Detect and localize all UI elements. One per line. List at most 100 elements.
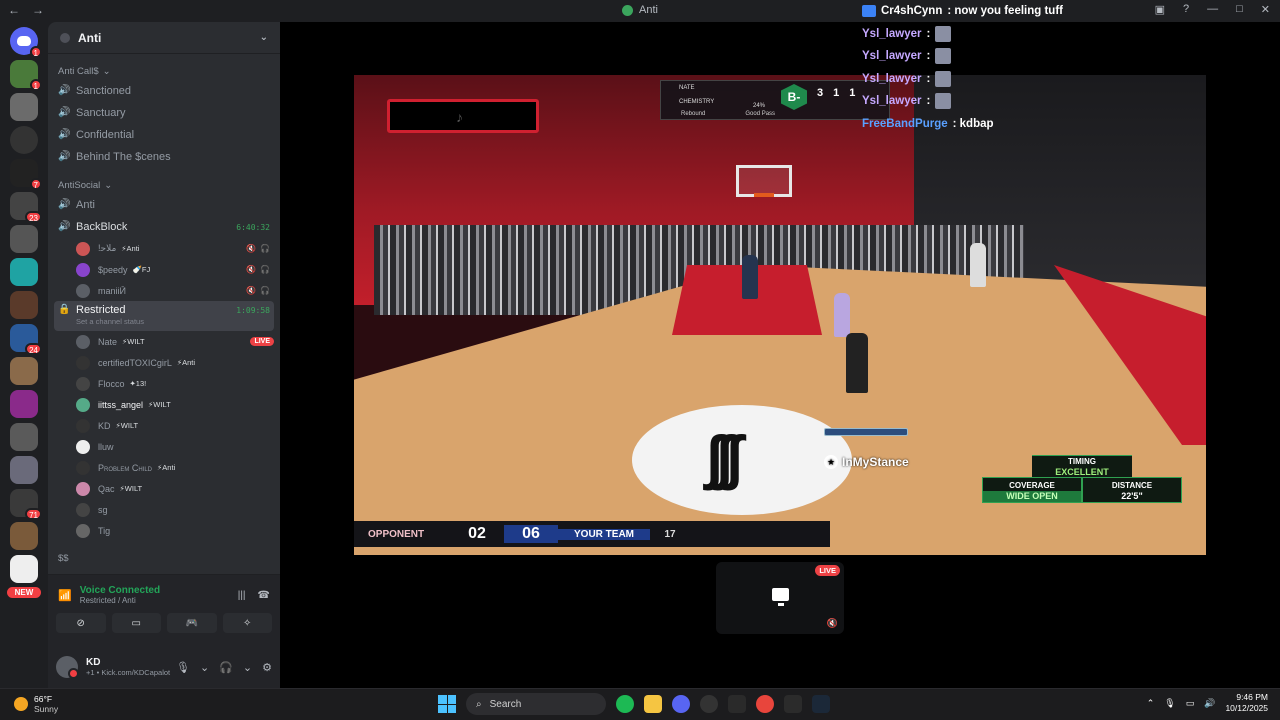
server-icon-2[interactable] [10,93,38,121]
server-icon-11[interactable] [10,390,38,418]
voice-user[interactable]: sg [76,499,274,520]
stream-tile[interactable]: LIVE 🔇 [716,562,844,634]
muted-speaker-icon[interactable]: 🔇 [827,618,838,629]
voice-user[interactable]: Flocco ✦13! [76,373,274,394]
user-name: KD [86,657,101,668]
disconnect-icon[interactable]: ☎ [258,590,270,601]
chat-line: Ysl_lawyer: [862,23,1262,46]
chat-user: Cr4shCynn [881,5,943,18]
search-box[interactable]: ⌕ Search [466,693,606,715]
avatar [76,241,90,256]
channel-backblock[interactable]: 🔊 BackBlock 6:40:32 [54,216,274,238]
game-stream[interactable]: ʃʃʃ ♪ NATE CHEMISTRY 24% B- 3 1 1 Reboun… [354,75,1206,555]
server-icon-4[interactable]: 7 [10,159,42,190]
category-label: AntiSocial [58,180,101,191]
opponent-label: OPPONENT [368,528,425,540]
avatar [76,418,90,433]
chevron-up-icon[interactable]: ⌃ [1147,698,1155,709]
voice-location[interactable]: Restricted / Anti [80,596,160,605]
voice-user[interactable]: certifiedTOXICgirL ⚡Anti [76,352,274,373]
headphones-icon[interactable]: 🎧 [219,661,233,674]
mic-icon[interactable]: 🎙 [1164,698,1175,709]
channel-behind-the-scenes[interactable]: 🔊 Behind The $cenes [54,146,274,168]
category-last[interactable]: $$ [48,541,280,567]
volume-icon[interactable]: 🔊 [1204,698,1215,709]
server-icon-13[interactable] [10,456,38,484]
activity-button[interactable]: 🎮 [167,613,217,633]
hud-chemistry: CHEMISTRY [679,99,715,105]
voice-user[interactable]: maniiӢ 🔇🎧 [76,280,274,301]
category-antisocial[interactable]: AntiSocial ⌄ [48,168,280,194]
server-icon-1[interactable]: 1 [10,60,42,91]
forward-icon[interactable]: → [32,3,44,17]
back-icon[interactable]: ← [8,3,20,17]
channel-confidential[interactable]: 🔊 Confidential [54,124,274,146]
live-badge: LIVE [815,565,840,576]
server-icon-12[interactable] [10,423,38,451]
server-icon-7[interactable] [10,258,38,286]
close-button[interactable]: ✕ [1261,3,1270,16]
chrome-icon[interactable] [756,695,774,713]
server-icon [622,4,633,16]
screen-share-icon: ▭ [131,617,141,629]
home-button[interactable]: 1 [10,27,42,58]
voice-user[interactable]: iittss_angel ⚡WILT [76,394,274,415]
avatar[interactable] [56,656,79,679]
user-name: Nate [98,336,118,347]
network-icon[interactable]: ▭ [1186,698,1195,709]
server-icon-14[interactable]: 71 [10,489,42,520]
start-button[interactable] [438,695,456,713]
voice-user[interactable]: Tig [76,520,274,541]
channel-anti[interactable]: 🔊 Anti [54,194,274,216]
chevron-down-icon[interactable]: ⌄ [200,661,209,674]
chat-line: FreeBandPurge: kdbap [862,113,1262,136]
server-icon-9[interactable]: 24 [10,324,42,355]
server-icon-15[interactable] [10,522,38,550]
server-icon-3[interactable] [10,126,38,154]
server-icon-5[interactable]: 23 [10,192,42,223]
voice-user[interactable]: lluw [76,436,274,457]
screen-share-button[interactable]: ▭ [111,613,161,633]
coverage-box: COVERAGE WIDE OPEN [982,477,1082,503]
voice-user[interactable]: $peedy 🍼FJ 🔇🎧 [76,259,274,280]
server-header[interactable]: Anti ⌄ [48,22,280,54]
voice-user[interactable]: Qac ⚡WILT [76,478,274,499]
spotify-icon[interactable] [616,695,634,713]
channel-status[interactable]: Set a channel status [58,317,144,326]
epic-games-icon[interactable] [728,695,746,713]
voice-user[interactable]: Nate ⚡WILT LIVE [76,331,274,352]
server-icon-8[interactable] [10,291,38,319]
discord-app-icon[interactable] [672,695,690,713]
platform-icon [862,5,876,18]
avatar [76,283,90,298]
gear-icon[interactable]: ⚙ [262,661,272,674]
app-icon[interactable] [784,695,802,713]
user-status: +1 • Kick.com/KDCapalot [86,668,171,677]
voice-user[interactable]: !ﻣﻼﺣ ⚡Anti 🔇🎧 [76,238,274,259]
monitor-icon [772,588,789,606]
voice-user[interactable]: Problem Child ⚡Anti [76,457,274,478]
chevron-down-icon[interactable]: ⌄ [243,661,252,674]
file-explorer-icon[interactable] [644,695,662,713]
noise-suppression-icon[interactable]: ||| [238,590,246,601]
user-name: !ﻣﻼﺣ [98,243,117,253]
camera-off-button[interactable]: ⊘ [56,613,106,633]
channel-sanctuary[interactable]: 🔊 Sanctuary [54,102,274,124]
category-anticalls[interactable]: Anti Call$ ⌄ [48,54,280,80]
server-icon-10[interactable] [10,357,38,385]
channel-sanctioned[interactable]: 🔊 Sanctioned [54,80,274,102]
weather-condition: Sunny [34,704,59,714]
app-icon[interactable] [700,695,718,713]
channel-sidebar: Anti ⌄ Anti Call$ ⌄ 🔊 Sanctioned 🔊 Sanctua… [48,22,280,574]
server-icon-16[interactable] [10,555,38,583]
player-gamertag: InMyStance [842,455,909,469]
steam-icon[interactable] [812,695,830,713]
weather-widget[interactable]: 66°F Sunny [14,694,58,714]
server-icon-6[interactable] [10,225,38,253]
clock[interactable]: 9:46 PM 10/12/2025 [1225,692,1268,714]
voice-user[interactable]: KD ⚡WILT [76,415,274,436]
soundboard-button[interactable]: ✧ [222,613,272,633]
channel-restricted[interactable]: 🔒 Restricted 1:09:58 Set a channel statu… [54,301,274,331]
microphone-icon[interactable]: 🎙 [176,661,190,674]
voice-status[interactable]: Voice Connected [80,585,160,596]
